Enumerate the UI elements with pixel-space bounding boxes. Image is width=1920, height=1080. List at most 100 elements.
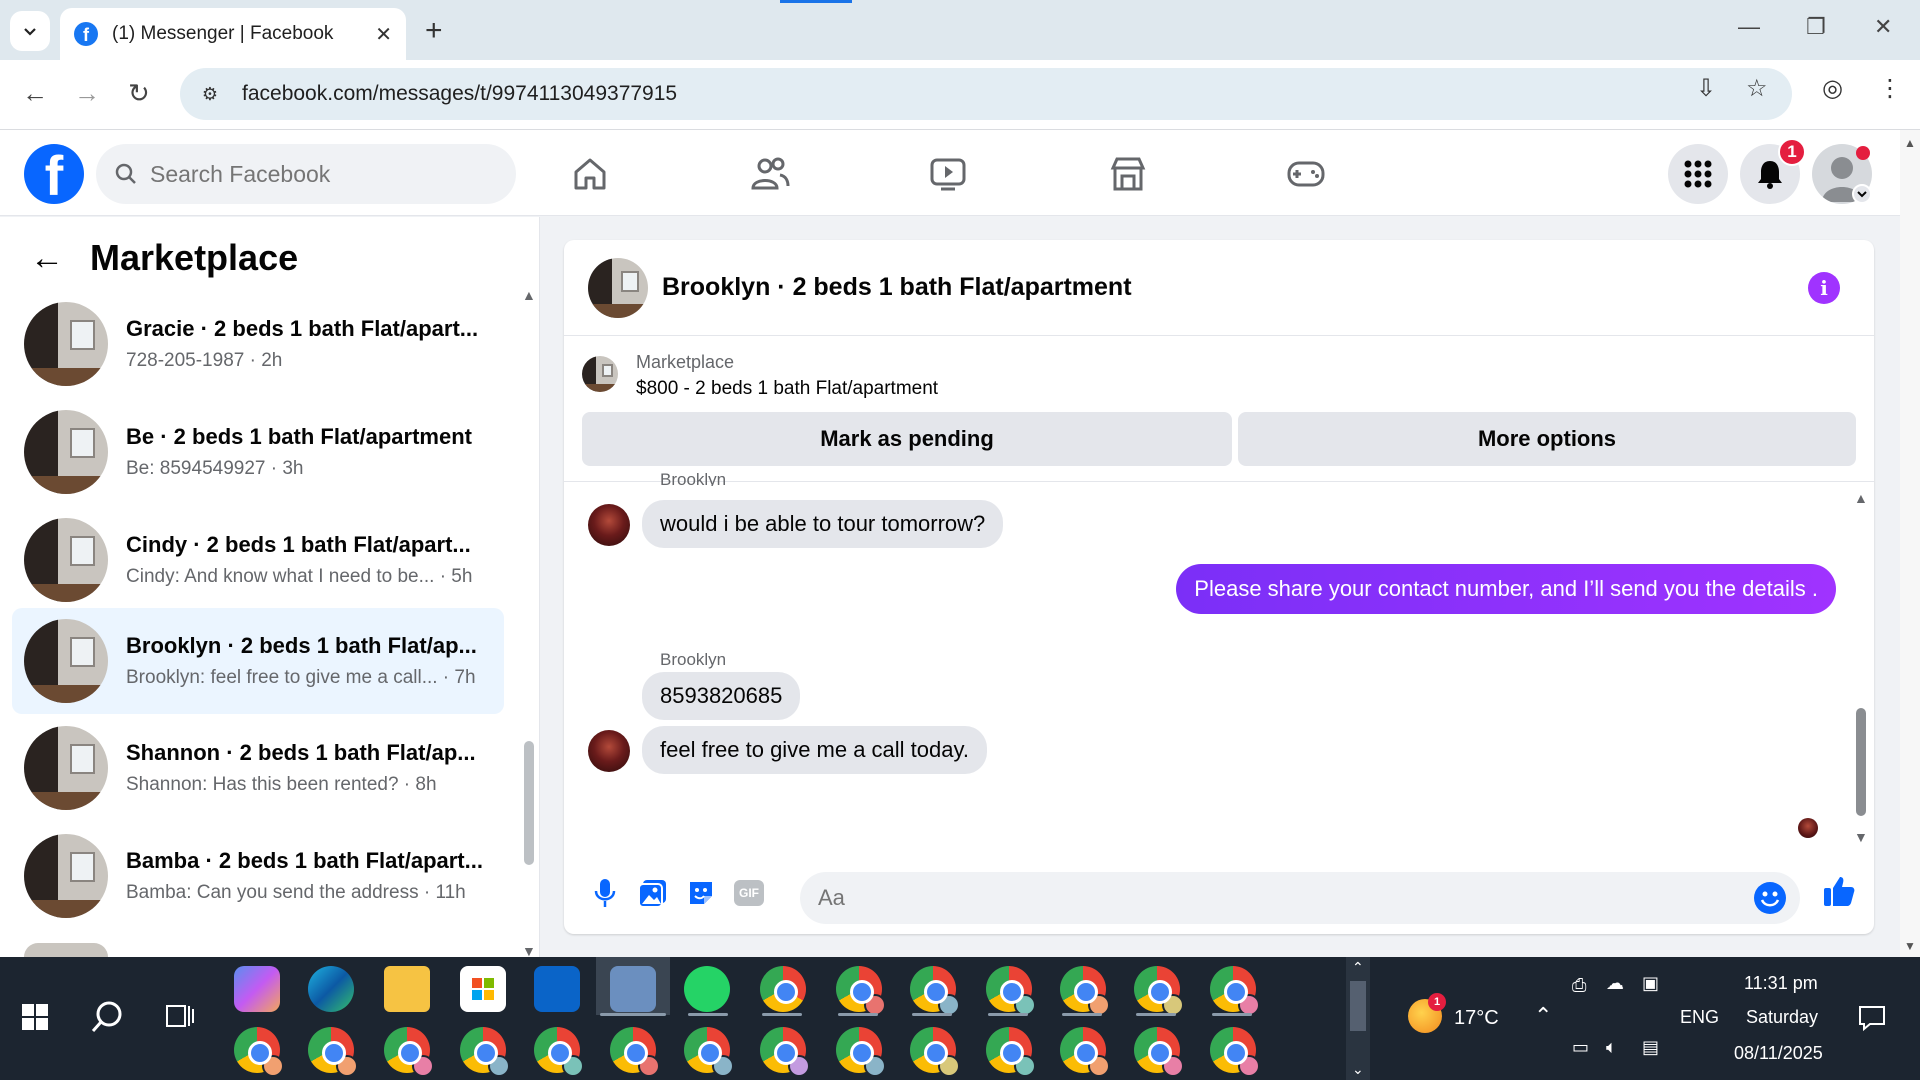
incoming-message[interactable]: feel free to give me a call today. <box>642 726 987 774</box>
message-input[interactable] <box>818 885 1718 911</box>
scrollbar-thumb[interactable] <box>1350 981 1366 1031</box>
chrome-profile-icon[interactable] <box>534 1027 584 1077</box>
chrome-profile-icon[interactable] <box>760 1027 810 1077</box>
chrome-profile-icon[interactable] <box>684 1027 734 1077</box>
message-input-container[interactable] <box>800 872 1800 924</box>
gif-button[interactable]: GIF <box>732 876 766 910</box>
outlook-icon[interactable] <box>534 966 580 1012</box>
incoming-message[interactable]: 8593820685 <box>642 672 801 720</box>
search-taskbar-button[interactable] <box>90 1000 124 1039</box>
chrome-profile-icon[interactable] <box>836 1027 886 1077</box>
install-app-icon[interactable]: ⇩ <box>1696 74 1716 103</box>
like-button[interactable] <box>1822 874 1856 908</box>
conversation-item-active[interactable]: Brooklyn · 2 beds 1 bath Flat/ap... Broo… <box>12 608 504 714</box>
page-scrollbar[interactable]: ▲ ▼ <box>1900 130 1920 957</box>
reload-button[interactable]: ↻ <box>128 78 150 109</box>
new-tab-button[interactable]: + <box>425 14 443 48</box>
incoming-message[interactable]: would i be able to tour tomorrow? <box>642 500 1004 548</box>
bookmark-star-icon[interactable]: ☆ <box>1746 74 1768 103</box>
chrome-profile-icon[interactable] <box>1210 966 1260 1016</box>
sender-avatar[interactable] <box>588 730 630 772</box>
notifications-button[interactable]: 1 <box>1740 138 1806 204</box>
chrome-profile-icon[interactable] <box>910 966 960 1016</box>
screen-share-icon[interactable]: ▣ <box>1642 973 1659 994</box>
outgoing-message[interactable]: Please share your contact number, and I’… <box>1176 564 1836 614</box>
conversation-item[interactable]: Shannon · 2 beds 1 bath Flat/ap... Shann… <box>12 715 504 821</box>
facebook-search[interactable] <box>96 144 516 204</box>
chevron-up-icon[interactable]: ⌃ <box>1352 959 1364 976</box>
file-explorer-icon[interactable] <box>384 966 430 1012</box>
chrome-profile-icon[interactable] <box>1210 1027 1260 1077</box>
volume-icon[interactable]: 🔈︎ <box>1606 1037 1617 1058</box>
attach-photo-button[interactable] <box>636 876 670 910</box>
clock-day[interactable]: Saturday <box>1746 1007 1818 1028</box>
action-center-button[interactable] <box>1858 1005 1886 1036</box>
whatsapp-icon[interactable] <box>684 966 730 1012</box>
tab-close-icon[interactable]: ✕ <box>375 22 392 47</box>
mark-as-pending-button[interactable]: Mark as pending <box>582 412 1232 466</box>
conversation-item[interactable]: Be · 2 beds 1 bath Flat/apartment Be: 85… <box>12 399 504 505</box>
battery-icon[interactable]: ▭ <box>1572 1037 1589 1058</box>
taskbar-overflow-scrollbar[interactable]: ⌃ ⌄ <box>1346 957 1370 1080</box>
microsoft-store-icon[interactable] <box>460 966 506 1012</box>
chat-title[interactable]: Brooklyn · 2 beds 1 bath Flat/apartment <box>662 273 1132 302</box>
chrome-profile-icon[interactable] <box>836 966 886 1016</box>
sidebar-scrollbar[interactable]: ▲ ▼ <box>522 287 536 959</box>
nav-gaming[interactable] <box>1276 152 1336 196</box>
chrome-profile-icon[interactable] <box>1134 966 1184 1016</box>
sender-avatar[interactable] <box>588 504 630 546</box>
facebook-logo-icon[interactable]: f <box>24 144 84 204</box>
url-text[interactable]: facebook.com/messages/t/9974113049377915 <box>242 82 677 106</box>
meet-now-icon[interactable]: ⎙ <box>1572 975 1586 996</box>
scroll-up-icon[interactable]: ▲ <box>1904 136 1916 150</box>
copilot-icon[interactable] <box>234 966 280 1012</box>
weather-temperature[interactable]: 17°C <box>1454 1007 1499 1030</box>
conversation-item[interactable]: Cindy · 2 beds 1 bath Flat/apart... Cind… <box>12 507 504 613</box>
close-window-button[interactable]: ✕ <box>1874 14 1892 40</box>
show-hidden-icons-chevron-icon[interactable]: ⌃ <box>1534 1003 1552 1029</box>
start-button[interactable] <box>22 1004 48 1035</box>
voice-clip-button[interactable] <box>588 876 622 910</box>
menu-button[interactable] <box>1668 144 1728 204</box>
snipping-tool-icon[interactable] <box>610 966 656 1012</box>
chrome-profile-icon[interactable] <box>910 1027 960 1077</box>
scroll-up-icon[interactable]: ▲ <box>522 287 536 303</box>
scroll-down-icon[interactable]: ▼ <box>1904 939 1916 953</box>
network-icon[interactable]: ▤ <box>1642 1037 1659 1058</box>
chrome-profile-icon[interactable] <box>460 1027 510 1077</box>
chrome-icon[interactable] <box>760 966 806 1012</box>
nav-friends[interactable] <box>740 152 800 196</box>
chrome-profile-icon[interactable] <box>986 1027 1036 1077</box>
address-bar[interactable]: ⚙ facebook.com/messages/t/99741130493779… <box>180 68 1792 120</box>
sticker-button[interactable] <box>684 876 718 910</box>
chrome-profile-icon[interactable] <box>308 1027 358 1077</box>
account-dropdown[interactable] <box>1852 184 1872 204</box>
back-button[interactable]: ← <box>22 78 48 109</box>
chrome-profile-icon[interactable] <box>234 1027 284 1077</box>
minimize-button[interactable]: — <box>1738 14 1760 40</box>
language-indicator[interactable]: ENG <box>1680 1007 1719 1028</box>
chrome-profile-icon[interactable] <box>986 966 1036 1016</box>
scrollbar-thumb[interactable] <box>1856 708 1866 816</box>
forward-button[interactable]: → <box>74 78 100 109</box>
more-options-button[interactable]: More options <box>1238 412 1856 466</box>
task-view-button[interactable] <box>166 1003 194 1034</box>
site-settings-icon[interactable]: ⚙ <box>196 84 224 105</box>
conversation-item[interactable]: Bamba · 2 beds 1 bath Flat/apart... Bamb… <box>12 823 504 929</box>
search-input[interactable] <box>150 160 490 188</box>
scrollbar-thumb[interactable] <box>524 741 534 865</box>
chrome-profile-icon[interactable] <box>610 1027 660 1077</box>
chrome-profile-icon[interactable] <box>1060 966 1110 1016</box>
emoji-picker-button[interactable] <box>1754 882 1786 914</box>
scroll-down-icon[interactable]: ▼ <box>1854 829 1868 845</box>
tab-search-button[interactable] <box>10 11 50 51</box>
chevron-down-icon[interactable]: ⌄ <box>1352 1061 1364 1078</box>
nav-marketplace[interactable] <box>1098 152 1158 196</box>
clock-time[interactable]: 11:31 pm <box>1744 973 1818 994</box>
back-arrow-icon[interactable]: ← <box>30 239 64 278</box>
listing-price[interactable]: $800 - 2 beds 1 bath Flat/apartment <box>636 378 938 400</box>
chrome-profile-icon[interactable] <box>1060 1027 1110 1077</box>
browser-tab-messenger[interactable]: f (1) Messenger | Facebook ✕ <box>60 8 406 60</box>
nav-home[interactable] <box>560 152 620 196</box>
edge-browser-icon[interactable] <box>308 966 354 1012</box>
